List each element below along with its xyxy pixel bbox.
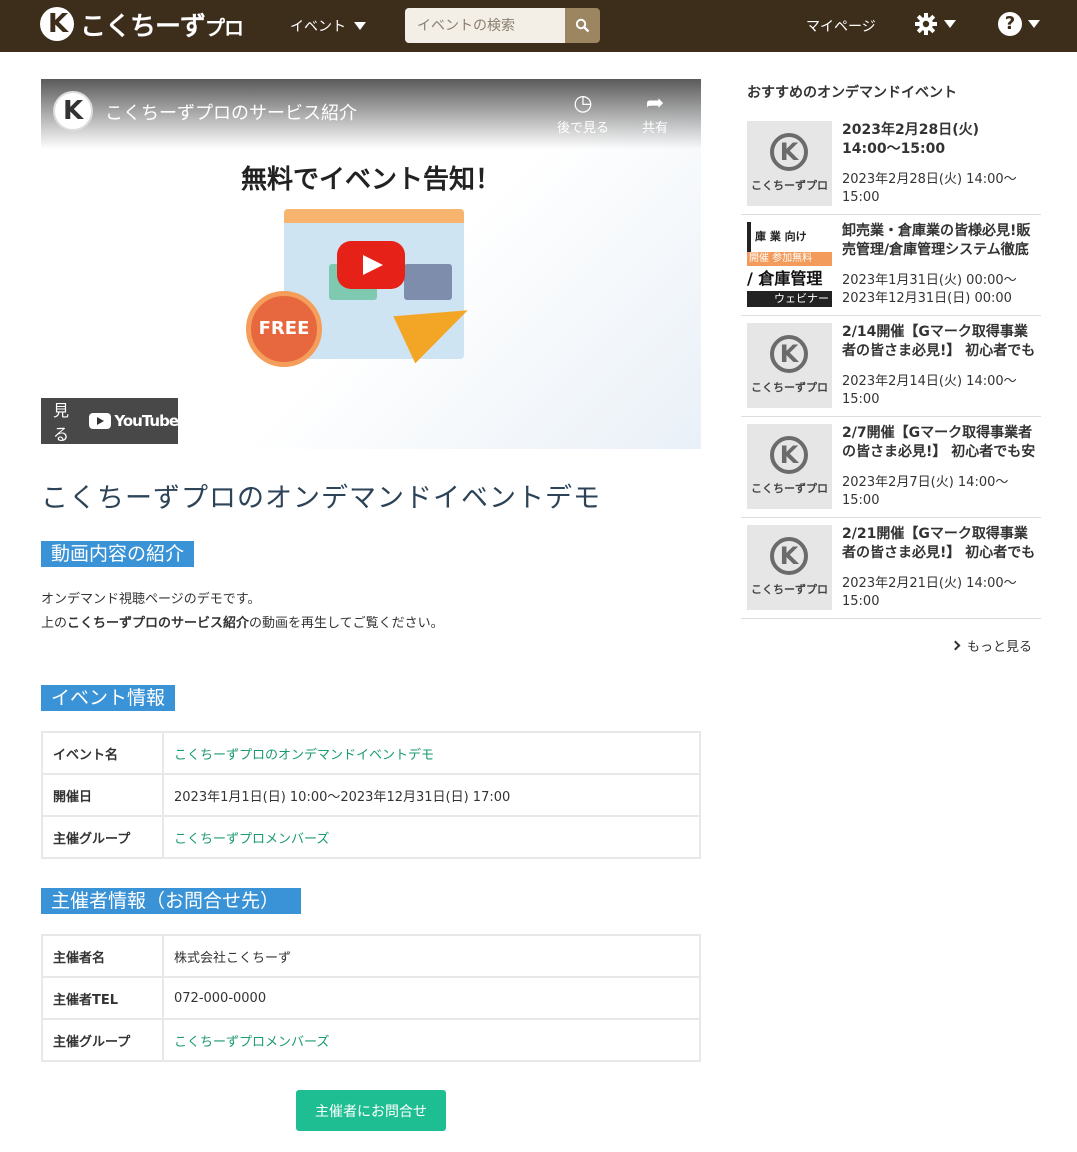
organizer-info-table: 主催者名 株式会社こくちーず 主催者TEL 072-000-0000 主催グループこ… — [41, 934, 701, 1062]
search-box — [405, 8, 600, 43]
search-input[interactable] — [405, 8, 565, 43]
search-icon — [575, 18, 590, 33]
event-info-table: イベント名 こくちーずプロのオンデマンドイベントデモ 開催日 2023年1月1日(日… — [41, 731, 701, 859]
event-title-link[interactable]: 2/21開催【Gマーク取得事業者の皆さま必見!】 初心者でも — [842, 525, 1037, 565]
table-row: 主催グループ こくちーずプロメンバーズ — [41, 1018, 701, 1062]
table-row: イベント名 こくちーずプロのオンデマンドイベントデモ — [41, 731, 701, 775]
list-item[interactable]: 庫 業 向け 開催 参加無料 / 倉庫管理 ウェビナー 卸売業・倉庫業の皆様必見… — [741, 215, 1041, 316]
table-row: 主催者TEL 072-000-0000 — [41, 976, 701, 1020]
play-button[interactable] — [337, 241, 405, 289]
logo-sub-text: プロ — [205, 15, 244, 40]
event-date: 2023年2月28日(火) 14:00〜15:00 — [842, 172, 1017, 205]
youtube-play-icon — [89, 413, 112, 429]
logo-k-icon: K — [770, 537, 808, 575]
event-title-link[interactable]: 卸売業・倉庫業の皆様必見!販売管理/倉庫管理システム徹底 — [842, 222, 1037, 262]
section-heading-organizer: 主催者情報（お問合せ先） — [41, 888, 301, 914]
event-title-link[interactable]: 2/14開催【Gマーク取得事業者の皆さま必見!】 初心者でも — [842, 323, 1037, 363]
help-menu[interactable]: ? — [998, 12, 1040, 36]
share-icon: ➦ — [645, 91, 665, 116]
youtube-logo: YouTube — [89, 412, 179, 430]
youtube-player[interactable]: こくちーずプロのサービス紹介 ◷ 後で見る ➦ 共有 無料でイベント告知！ FR… — [41, 79, 701, 449]
organizer-group-link[interactable]: こくちーずプロメンバーズ — [174, 832, 329, 847]
watch-later-button[interactable]: ◷ 後で見る — [553, 91, 613, 136]
channel-avatar[interactable] — [53, 91, 93, 131]
contact-organizer-button[interactable]: 主催者にお問合せ — [296, 1090, 446, 1131]
page-title: こくちーずプロのオンデマンドイベントデモ — [41, 483, 601, 514]
organizer-group-link[interactable]: こくちーずプロメンバーズ — [174, 1035, 329, 1050]
organizer-name-value: 株式会社こくちーず — [162, 934, 701, 978]
event-date: 2023年2月7日(火) 14:00〜15:00 — [842, 475, 1009, 508]
caret-down-icon — [944, 20, 956, 28]
see-more-link[interactable]: もっと見る — [950, 636, 1032, 655]
list-item[interactable]: K こくちーずプロ 2023年2月28日(火) 14:00〜15:00 2023年… — [741, 114, 1041, 215]
sidebar-title: おすすめのオンデマンドイベント — [747, 85, 957, 101]
events-menu-label: イベント — [290, 19, 346, 35]
logo-k-icon: K — [770, 335, 808, 373]
table-row: 主催者名 株式会社こくちーず — [41, 934, 701, 978]
event-date: 2023年2月21日(火) 14:00〜15:00 — [842, 576, 1017, 609]
chevron-right-icon — [950, 640, 961, 651]
free-badge: FREE — [246, 291, 322, 367]
logo-k-icon: K — [770, 436, 808, 474]
site-logo[interactable]: こくちーずプロ — [40, 6, 244, 42]
thumbnail-headline: 無料でイベント告知！ — [240, 165, 501, 195]
list-item[interactable]: K こくちーずプロ 2/21開催【Gマーク取得事業者の皆さま必見!】 初心者でも … — [741, 518, 1041, 619]
event-date: 2023年1月31日(火) 00:00〜2023年12月31日(日) 00:00 — [842, 273, 1017, 306]
help-icon: ? — [998, 12, 1022, 36]
list-item[interactable]: K こくちーずプロ 2/14開催【Gマーク取得事業者の皆さま必見!】 初心者でも … — [741, 316, 1041, 417]
event-thumbnail[interactable]: K こくちーずプロ — [747, 525, 832, 610]
event-date: 2023年2月14日(火) 14:00〜15:00 — [842, 374, 1017, 407]
logo-k-icon: K — [770, 133, 808, 171]
video-title[interactable]: こくちーずプロのサービス紹介 — [105, 99, 357, 125]
gear-icon — [915, 13, 937, 35]
event-title-link[interactable]: 2023年2月28日(火) 14:00〜15:00 — [842, 121, 1037, 161]
logo-main-text: こくちーず — [80, 11, 206, 42]
settings-menu[interactable] — [914, 12, 956, 36]
event-title-link[interactable]: 2/7開催【Gマーク取得事業者の皆さま必見!】 初心者でも安 — [842, 424, 1037, 464]
section-heading-video: 動画内容の紹介 — [41, 541, 195, 567]
list-item[interactable]: K こくちーずプロ 2/7開催【Gマーク取得事業者の皆さま必見!】 初心者でも安 … — [741, 417, 1041, 518]
event-name-link[interactable]: こくちーずプロのオンデマンドイベントデモ — [174, 748, 434, 763]
event-thumbnail[interactable]: K こくちーずプロ — [747, 121, 832, 206]
event-date-value: 2023年1月1日(日) 10:00〜2023年12月31日(日) 17:00 — [162, 773, 701, 817]
top-navbar: こくちーずプロ イベント マイページ ? — [0, 0, 1077, 52]
share-button[interactable]: ➦ 共有 — [625, 91, 685, 136]
event-thumbnail[interactable]: 庫 業 向け 開催 参加無料 / 倉庫管理 ウェビナー — [747, 222, 832, 307]
search-button[interactable] — [565, 8, 600, 43]
recommended-events-list: K こくちーずプロ 2023年2月28日(火) 14:00〜15:00 2023年… — [741, 114, 1041, 619]
organizer-tel-value: 072-000-0000 — [162, 976, 701, 1020]
table-row: 開催日 2023年1月1日(日) 10:00〜2023年12月31日(日) 17:… — [41, 773, 701, 817]
clock-icon: ◷ — [573, 91, 593, 116]
event-thumbnail[interactable]: K こくちーずプロ — [747, 323, 832, 408]
caret-down-icon — [354, 22, 366, 30]
table-row: 主催グループ こくちーずプロメンバーズ — [41, 815, 701, 859]
event-thumbnail[interactable]: K こくちーずプロ — [747, 424, 832, 509]
logo-k-icon — [40, 7, 74, 41]
section-heading-event: イベント情報 — [41, 685, 176, 711]
watch-on-youtube-button[interactable]: 見る YouTube — [41, 398, 179, 444]
events-menu[interactable]: イベント — [290, 16, 366, 36]
caret-down-icon — [1028, 20, 1040, 28]
mypage-link[interactable]: マイページ — [806, 16, 876, 36]
video-description: オンデマンド視聴ページのデモです。 上のこくちーずプロのサービス紹介の動画を再生… — [41, 592, 444, 631]
